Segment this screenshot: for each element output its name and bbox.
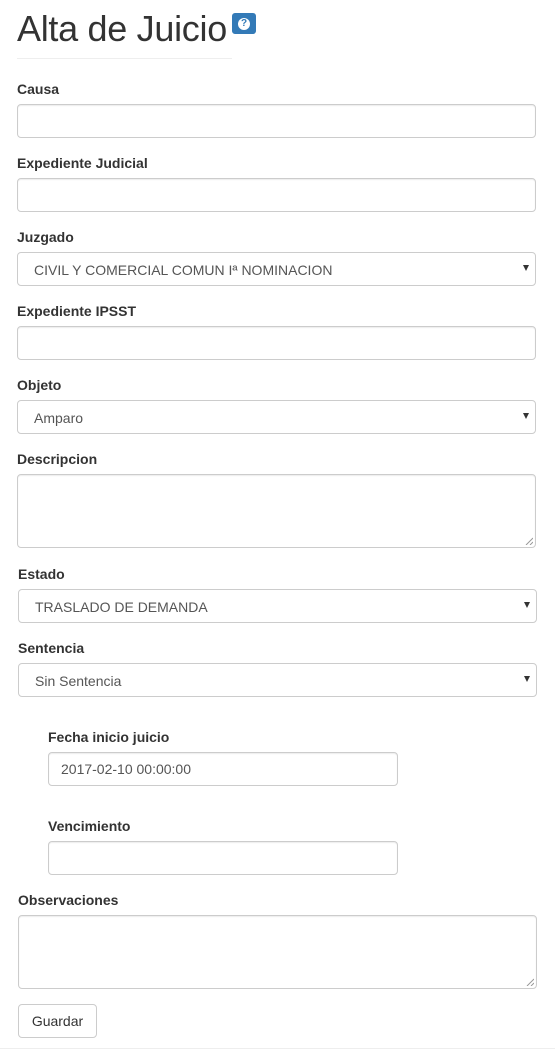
causa-input[interactable] (17, 104, 536, 138)
fecha-inicio-label: Fecha inicio juicio (48, 729, 170, 745)
question-circle-icon: ? (238, 17, 250, 30)
causa-label: Causa (17, 81, 60, 97)
descripcion-textarea[interactable] (17, 474, 536, 548)
help-button[interactable]: ? (232, 13, 256, 34)
juzgado-selected-value: CIVIL Y COMERCIAL COMUN Iª NOMINACION (34, 262, 333, 278)
sentencia-label: Sentencia (18, 640, 85, 656)
expediente-ipsst-input[interactable] (17, 326, 536, 360)
page-title-text: Alta de Juicio (17, 8, 227, 49)
chevron-down-icon (524, 676, 530, 682)
expediente-judicial-input[interactable] (17, 178, 536, 212)
chevron-down-icon (524, 602, 530, 608)
objeto-select[interactable]: Amparo (17, 400, 536, 434)
fecha-inicio-input[interactable] (48, 752, 398, 786)
juzgado-select[interactable]: CIVIL Y COMERCIAL COMUN Iª NOMINACION (17, 252, 536, 286)
vencimiento-label: Vencimiento (48, 818, 131, 834)
title-divider (17, 58, 232, 59)
estado-select[interactable]: TRASLADO DE DEMANDA (18, 589, 537, 623)
guardar-button[interactable]: Guardar (18, 1004, 97, 1038)
observaciones-label: Observaciones (18, 892, 119, 908)
vencimiento-input[interactable] (48, 841, 398, 875)
descripcion-label: Descripcion (17, 451, 98, 467)
resize-grip-icon[interactable] (525, 537, 533, 545)
expediente-judicial-label: Expediente Judicial (17, 155, 148, 171)
expediente-ipsst-label: Expediente IPSST (17, 303, 137, 319)
estado-label: Estado (18, 566, 65, 582)
sentencia-select[interactable]: Sin Sentencia (18, 663, 537, 697)
bottom-divider (0, 1048, 555, 1049)
sentencia-selected-value: Sin Sentencia (35, 673, 122, 689)
chevron-down-icon (523, 413, 529, 419)
estado-selected-value: TRASLADO DE DEMANDA (35, 599, 208, 615)
objeto-label: Objeto (17, 377, 62, 393)
chevron-down-icon (523, 265, 529, 271)
observaciones-textarea[interactable] (18, 915, 537, 989)
objeto-selected-value: Amparo (34, 410, 84, 426)
resize-grip-icon[interactable] (526, 978, 534, 986)
juzgado-label: Juzgado (17, 229, 74, 245)
